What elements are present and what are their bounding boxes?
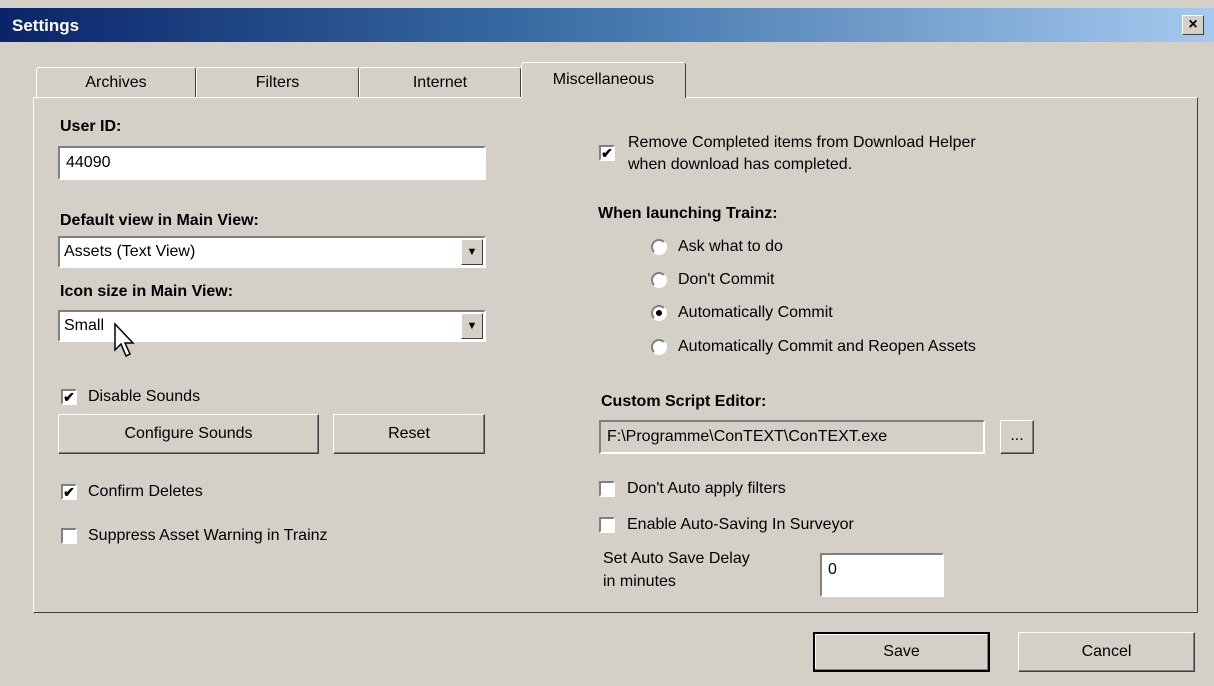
checkmark-icon: ✔ xyxy=(601,145,613,161)
panel-content: User ID: 44090 Default view in Main View… xyxy=(0,0,1214,686)
auto-save-delay-input[interactable]: 0 xyxy=(820,553,944,597)
chevron-down-icon[interactable]: ▼ xyxy=(461,239,483,265)
auto-save-delay-label-line2: in minutes xyxy=(603,573,676,590)
disable-sounds-label: Disable Sounds xyxy=(88,388,201,405)
launching-label: When launching Trainz: xyxy=(598,205,778,222)
launch-option-auto-commit-label: Automatically Commit xyxy=(678,304,833,321)
launch-option-auto-commit-reopen-label: Automatically Commit and Reopen Assets xyxy=(678,338,976,355)
script-editor-input[interactable]: F:\Programme\ConTEXT\ConTEXT.exe xyxy=(599,420,985,454)
user-id-label: User ID: xyxy=(60,118,122,135)
launch-option-ask-radio[interactable] xyxy=(651,239,667,255)
default-view-value: Assets (Text View) xyxy=(64,243,196,260)
cancel-button[interactable]: Cancel xyxy=(1018,632,1195,672)
icon-size-label: Icon size in Main View: xyxy=(60,283,234,300)
icon-size-value: Small xyxy=(64,317,105,334)
auto-save-delay-value: 0 xyxy=(828,561,837,578)
auto-saving-label: Enable Auto-Saving In Surveyor xyxy=(627,516,854,533)
script-editor-label: Custom Script Editor: xyxy=(601,393,767,410)
launch-option-auto-commit-radio[interactable] xyxy=(651,305,667,321)
dont-auto-apply-checkbox[interactable] xyxy=(599,481,615,497)
mouse-cursor-icon xyxy=(114,322,135,358)
configure-sounds-button[interactable]: Configure Sounds xyxy=(58,414,319,454)
disable-sounds-checkbox[interactable]: ✔ xyxy=(61,389,77,405)
dont-auto-apply-label: Don't Auto apply filters xyxy=(627,480,786,497)
launch-option-ask-label: Ask what to do xyxy=(678,238,783,255)
launch-option-dont-commit-radio[interactable] xyxy=(651,272,667,288)
confirm-deletes-label: Confirm Deletes xyxy=(88,483,203,500)
suppress-warning-checkbox[interactable] xyxy=(61,528,77,544)
launch-option-dont-commit-label: Don't Commit xyxy=(678,271,775,288)
save-button[interactable]: Save xyxy=(813,632,990,672)
user-id-input[interactable]: 44090 xyxy=(58,146,486,180)
suppress-warning-label: Suppress Asset Warning in Trainz xyxy=(88,527,328,544)
checkmark-icon: ✔ xyxy=(63,389,75,405)
default-view-label: Default view in Main View: xyxy=(60,212,259,229)
auto-save-delay-label-line1: Set Auto Save Delay xyxy=(603,550,750,567)
script-editor-value: F:\Programme\ConTEXT\ConTEXT.exe xyxy=(607,428,888,445)
checkmark-icon: ✔ xyxy=(63,484,75,500)
chevron-down-icon[interactable]: ▼ xyxy=(461,313,483,339)
reset-button[interactable]: Reset xyxy=(333,414,485,454)
confirm-deletes-checkbox[interactable]: ✔ xyxy=(61,484,77,500)
user-id-value: 44090 xyxy=(66,154,111,171)
browse-button[interactable]: ... xyxy=(1000,420,1034,454)
default-view-select[interactable]: Assets (Text View) ▼ xyxy=(58,236,486,268)
remove-completed-checkbox[interactable]: ✔ xyxy=(599,145,615,161)
radio-dot-icon xyxy=(656,310,662,316)
remove-completed-label-line1: Remove Completed items from Download Hel… xyxy=(628,134,976,151)
launch-option-auto-commit-reopen-radio[interactable] xyxy=(651,339,667,355)
auto-saving-checkbox[interactable] xyxy=(599,517,615,533)
remove-completed-label-line2: when download has completed. xyxy=(628,156,853,173)
